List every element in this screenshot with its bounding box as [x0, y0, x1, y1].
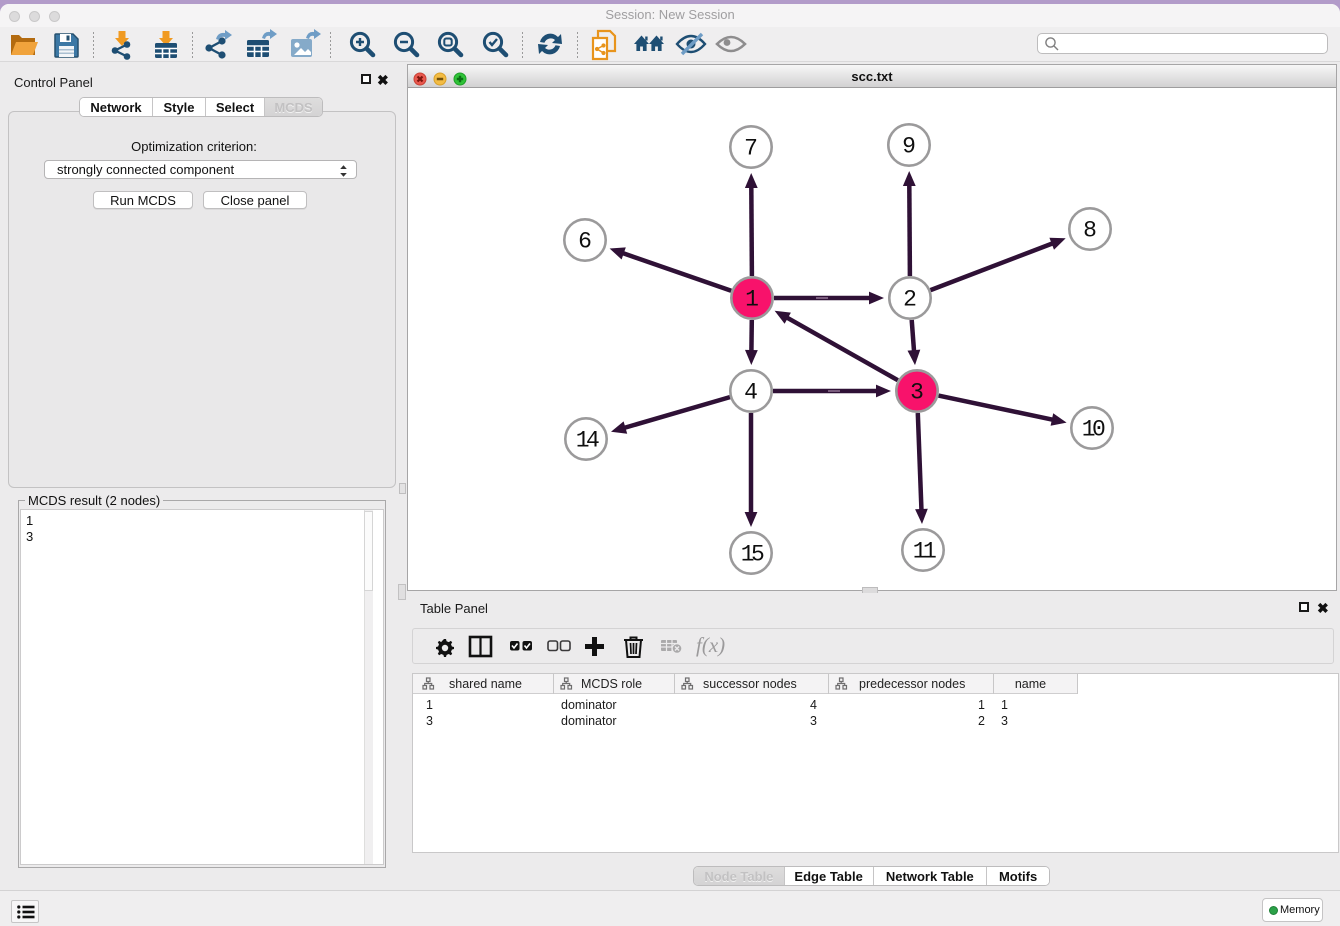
svg-text:10: 10	[1082, 417, 1105, 443]
svg-text:f(x): f(x)	[696, 633, 725, 657]
svg-text:2: 2	[903, 287, 917, 313]
svg-text:3: 3	[910, 380, 924, 406]
svg-text:6: 6	[578, 229, 592, 255]
svg-text:4: 4	[744, 380, 758, 406]
svg-text:15: 15	[741, 542, 764, 568]
svg-text:1: 1	[745, 287, 759, 313]
svg-text:8: 8	[1083, 218, 1097, 244]
svg-text:7: 7	[744, 136, 758, 162]
svg-text:9: 9	[902, 134, 916, 160]
svg-text:11: 11	[913, 539, 936, 565]
svg-text:14: 14	[576, 428, 599, 454]
